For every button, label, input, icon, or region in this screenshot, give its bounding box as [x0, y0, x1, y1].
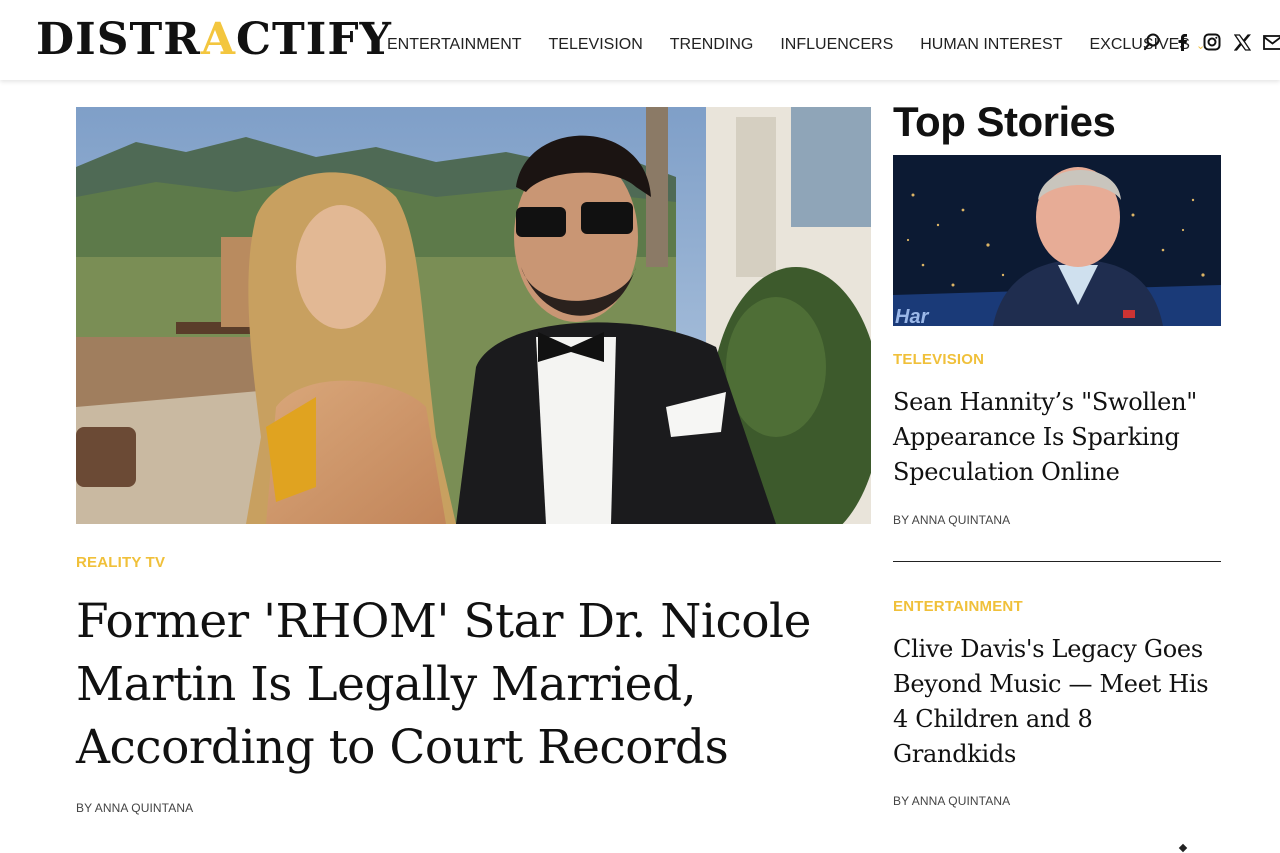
- main-story-category[interactable]: REALITY TV: [76, 554, 165, 571]
- top-story-2-title[interactable]: Clive Davis's Legacy Goes Beyond Music —…: [893, 632, 1213, 772]
- main-nav: ENTERTAINMENT TELEVISION TRENDING INFLUE…: [387, 36, 1232, 54]
- top-story-2-byline[interactable]: BY ANNA QUINTANA: [893, 794, 1010, 808]
- logo-text-c: CTIFY: [235, 14, 392, 65]
- main-story-image[interactable]: [76, 107, 871, 524]
- main-story-title[interactable]: Former 'RHOM' Star Dr. Nicole Martin Is …: [76, 590, 876, 779]
- scroll-indicator-icon: [1178, 843, 1188, 853]
- top-story-1-image-text: Har: [895, 306, 930, 326]
- top-stories-heading: Top Stories: [893, 98, 1116, 145]
- main-story-byline[interactable]: BY ANNA QUINTANA: [76, 801, 193, 815]
- top-story-1-category[interactable]: TELEVISION: [893, 351, 984, 368]
- site-header: DISTRACTIFY ENTERTAINMENT TELEVISION TRE…: [0, 0, 1280, 80]
- x-icon[interactable]: [1232, 32, 1252, 52]
- search-icon[interactable]: [1142, 32, 1162, 52]
- nav-item-label: HUMAN INTEREST: [920, 36, 1063, 53]
- facebook-icon[interactable]: [1172, 32, 1192, 52]
- nav-item-entertainment[interactable]: ENTERTAINMENT: [387, 36, 522, 54]
- top-story-1-image[interactable]: Har: [893, 155, 1221, 326]
- header-icons: [1142, 32, 1280, 52]
- top-story-1-byline[interactable]: BY ANNA QUINTANA: [893, 513, 1010, 527]
- nav-item-influencers[interactable]: INFLUENCERS: [780, 36, 893, 54]
- top-story-2-category[interactable]: ENTERTAINMENT: [893, 598, 1023, 615]
- nav-item-human-interest[interactable]: HUMAN INTEREST: [920, 36, 1062, 54]
- instagram-icon[interactable]: [1202, 32, 1222, 52]
- site-logo[interactable]: DISTRACTIFY: [36, 16, 392, 64]
- logo-text-b: A: [200, 14, 236, 65]
- nav-item-label: TRENDING: [669, 36, 754, 53]
- sidebar-divider: [893, 561, 1221, 562]
- nav-item-label: TELEVISION: [548, 36, 643, 53]
- nav-item-trending[interactable]: TRENDING: [670, 36, 754, 54]
- logo-text-a: DISTR: [36, 14, 201, 65]
- nav-item-television[interactable]: TELEVISION: [549, 36, 643, 54]
- top-story-1-title[interactable]: Sean Hannity’s "Swollen" Appearance Is S…: [893, 385, 1213, 490]
- email-icon[interactable]: [1262, 32, 1280, 52]
- nav-item-label: INFLUENCERS: [780, 36, 894, 53]
- nav-item-label: ENTERTAINMENT: [387, 36, 522, 53]
